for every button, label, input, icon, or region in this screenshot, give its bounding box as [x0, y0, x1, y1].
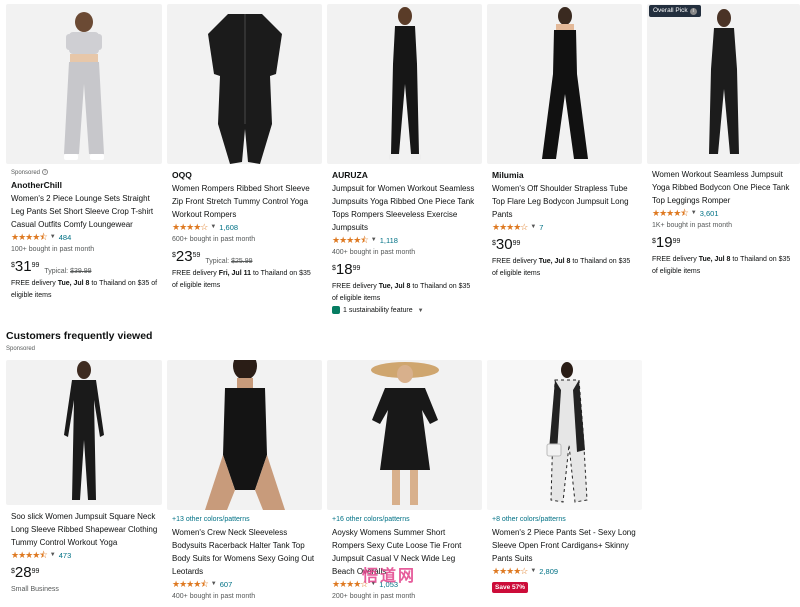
price[interactable]: $28 99 [11, 564, 158, 584]
product-image[interactable] [327, 360, 482, 510]
product-card[interactable]: +13 other colors/patterns Women's Crew N… [167, 360, 322, 607]
product-card[interactable]: OQQ Women Rompers Ribbed Short Sleeve Zi… [167, 4, 322, 324]
rating[interactable]: ★★★★⯪ ▼ 1,118 [332, 234, 478, 247]
sponsored-label: Sponsored i [11, 168, 158, 178]
review-count[interactable]: 473 [59, 549, 72, 562]
price[interactable]: $30 99 [492, 236, 638, 256]
product-title[interactable]: Women's Crew Neck Sleeveless Bodysuits R… [172, 526, 318, 578]
chevron-down-icon[interactable]: ▼ [418, 308, 424, 314]
price[interactable]: $23 59 Typical: $25.99 [172, 248, 318, 268]
chevron-down-icon[interactable]: ▼ [691, 207, 697, 220]
review-count[interactable]: 7 [539, 221, 543, 234]
product-image[interactable] [167, 360, 322, 510]
product-title[interactable]: Women's 2 Piece Lounge Sets Straight Leg… [11, 192, 158, 231]
product-title[interactable]: Jumpsuit for Women Workout Seamless Jump… [332, 182, 478, 234]
delivery-info: FREE delivery Tue, Jul 8 to Thailand on … [652, 256, 791, 275]
product-image[interactable] [167, 4, 322, 164]
brand-name: AURUZA [332, 170, 368, 180]
rating[interactable]: ★★★★⯪ ▼ 484 [11, 231, 158, 244]
rating[interactable]: ★★★★☆ ▼ 2,809 [492, 565, 638, 578]
other-colors-link[interactable]: +16 other colors/patterns [332, 514, 478, 526]
chevron-down-icon[interactable]: ▼ [50, 231, 56, 244]
product-image[interactable] [487, 4, 642, 164]
delivery-info: FREE delivery Fri, Jul 11 to Thailand on… [172, 270, 311, 289]
review-count[interactable]: 1,608 [219, 221, 238, 234]
bought-count: 200+ bought in past month [332, 593, 416, 600]
product-image[interactable] [647, 4, 800, 164]
product-title[interactable]: Women Workout Seamless Jumpsuit Yoga Rib… [652, 168, 796, 207]
product-title[interactable]: Women Rompers Ribbed Short Sleeve Zip Fr… [172, 182, 318, 221]
bought-count: 400+ bought in past month [172, 593, 256, 600]
product-card[interactable]: Soo slick Women Jumpsuit Square Neck Lon… [6, 360, 162, 607]
review-count[interactable]: 484 [59, 231, 72, 244]
bought-count: 1K+ bought in past month [652, 222, 732, 229]
product-card[interactable]: +8 other colors/patterns Women's 2 Piece… [487, 360, 642, 607]
star-rating-icon: ★★★★☆ [492, 566, 528, 576]
bought-count: 400+ bought in past month [332, 249, 416, 256]
chevron-down-icon[interactable]: ▼ [210, 221, 216, 234]
rating[interactable]: ★★★★⯪ ▼ 473 [11, 549, 158, 562]
small-business-label: Small Business [11, 586, 59, 593]
star-rating-icon: ★★★★☆ [172, 222, 208, 232]
section-title: Customers frequently viewed [6, 330, 153, 342]
rating[interactable]: ★★★★⯪ ▼ 607 [172, 578, 318, 591]
price[interactable]: $18 99 [332, 261, 478, 281]
star-rating-icon: ★★★★⯪ [11, 550, 48, 560]
star-rating-icon: ★★★★⯪ [332, 235, 369, 245]
watermark: 悟道网 [362, 568, 417, 585]
chevron-down-icon[interactable]: ▼ [530, 221, 536, 234]
product-image[interactable] [487, 360, 642, 510]
product-image[interactable] [6, 360, 162, 505]
info-icon[interactable]: i [42, 169, 49, 176]
other-colors-link[interactable]: +13 other colors/patterns [172, 514, 318, 526]
review-count[interactable]: 1,118 [380, 234, 398, 247]
leaf-icon [332, 306, 340, 315]
price[interactable]: $31 99 Typical: $39.99 [11, 258, 158, 278]
chevron-down-icon[interactable]: ▼ [371, 234, 377, 247]
rating[interactable]: ★★★★☆ ▼ 1,608 [172, 221, 318, 234]
typical-price: Typical: $25.99 [205, 258, 253, 265]
delivery-info: FREE delivery Tue, Jul 8 to Thailand on … [492, 258, 631, 277]
bought-count: 600+ bought in past month [172, 236, 256, 243]
product-card[interactable]: Sponsored i AnotherChill Women's 2 Piece … [6, 4, 162, 324]
rating[interactable]: ★★★★☆ ▼ 7 [492, 221, 638, 234]
overall-pick-badge[interactable]: Overall Pick i [649, 5, 701, 17]
product-title[interactable]: Women's Off Shoulder Strapless Tube Top … [492, 182, 638, 221]
brand-name: AnotherChill [11, 180, 62, 190]
delivery-info: FREE delivery Tue, Jul 8 to Thailand on … [11, 280, 158, 299]
info-icon[interactable]: i [689, 8, 697, 15]
chevron-down-icon[interactable]: ▼ [211, 578, 217, 591]
star-rating-icon: ★★★★⯪ [652, 208, 689, 218]
other-colors-link[interactable]: +8 other colors/patterns [492, 514, 638, 526]
delivery-info: FREE delivery Tue, Jul 8 to Thailand on … [332, 283, 471, 302]
product-title[interactable]: Women's 2 Piece Pants Set - Sexy Long Sl… [492, 526, 638, 565]
brand-name: OQQ [172, 170, 192, 180]
review-count[interactable]: 607 [220, 578, 233, 591]
review-count[interactable]: 3,601 [700, 207, 719, 220]
product-card[interactable]: Women Workout Seamless Jumpsuit Yoga Rib… [647, 4, 800, 324]
product-card[interactable]: Milumia Women's Off Shoulder Strapless T… [487, 4, 642, 324]
brand-name: Milumia [492, 170, 524, 180]
rating[interactable]: ★★★★⯪ ▼ 3,601 [652, 207, 796, 220]
review-count[interactable]: 2,809 [539, 565, 558, 578]
chevron-down-icon[interactable]: ▼ [50, 549, 56, 562]
star-rating-icon: ★★★★⯪ [172, 579, 209, 589]
sustainability-feature[interactable]: 1 sustainability feature ▼ [332, 305, 478, 317]
product-title[interactable]: Soo slick Women Jumpsuit Square Neck Lon… [11, 510, 158, 549]
star-rating-icon: ★★★★☆ [492, 222, 528, 232]
bought-count: 100+ bought in past month [11, 246, 95, 253]
sponsored-label: Sponsored [6, 346, 36, 352]
product-image[interactable] [6, 4, 162, 164]
typical-price: Typical: $39.99 [44, 268, 92, 275]
product-card[interactable]: AURUZA Jumpsuit for Women Workout Seamle… [327, 4, 482, 324]
star-rating-icon: ★★★★⯪ [11, 232, 48, 242]
price[interactable]: $19 99 [652, 234, 796, 254]
chevron-down-icon[interactable]: ▼ [530, 565, 536, 578]
product-image[interactable] [327, 4, 482, 164]
save-badge: Save 57% [492, 582, 528, 593]
